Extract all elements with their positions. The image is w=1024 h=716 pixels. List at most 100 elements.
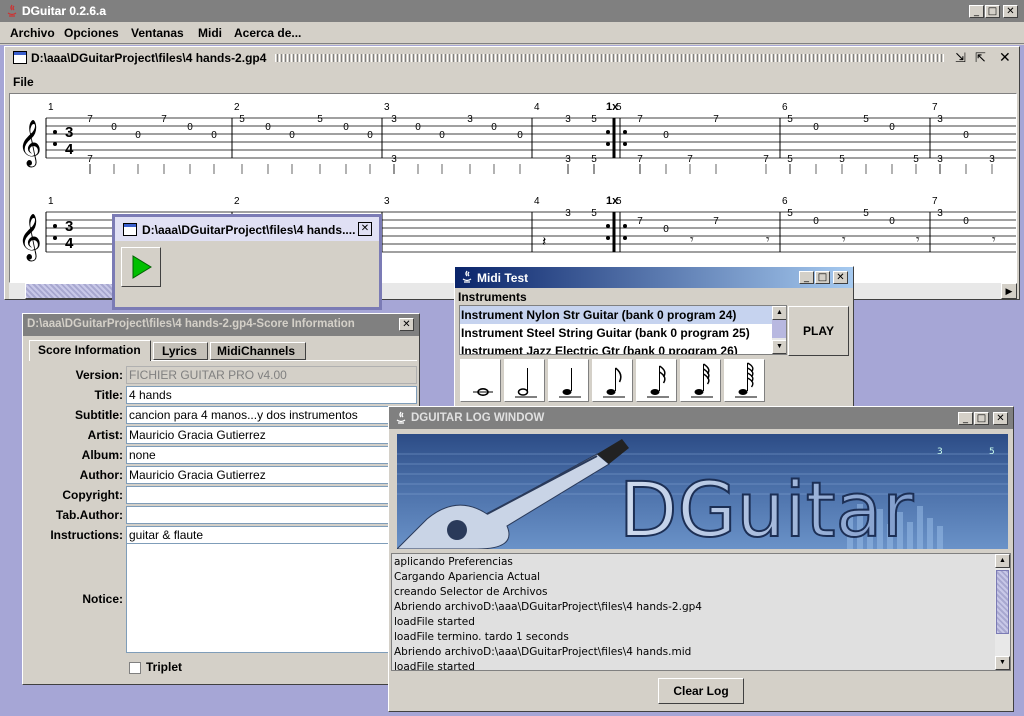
instrument-item[interactable]: Instrument Steel String Guitar (bank 0 p…: [460, 324, 786, 342]
log-title: DGUITAR LOG WINDOW: [411, 412, 545, 424]
info-close-button[interactable]: ✕: [399, 318, 414, 331]
field-label: Title:: [94, 388, 123, 402]
triplet-checkbox[interactable]: [129, 662, 141, 674]
log-window: DGUITAR LOG WINDOW _ □ ✕ 3 5 DGuitar apl…: [388, 406, 1014, 712]
log-titlebar: DGUITAR LOG WINDOW _ □ ✕: [389, 407, 1013, 429]
close-button[interactable]: ✕: [1003, 5, 1018, 18]
tab-fret-number: 3: [937, 114, 943, 125]
list-scroll-up[interactable]: ▲: [772, 306, 786, 320]
tab-fret-number: 5: [863, 208, 869, 219]
quarter-note-button[interactable]: [548, 359, 589, 402]
player-close-button[interactable]: ✕: [358, 222, 372, 236]
minimize-button[interactable]: _: [969, 5, 984, 18]
field-label: Tab.Author:: [55, 508, 123, 522]
log-close-button[interactable]: ✕: [993, 412, 1008, 425]
log-scroll-up[interactable]: ▲: [995, 554, 1010, 568]
tab-fret-number: 5: [239, 114, 245, 125]
midi-close-button[interactable]: ✕: [833, 271, 848, 284]
instrument-item-selected[interactable]: Instrument Nylon Str Guitar (bank 0 prog…: [460, 306, 786, 324]
info-window: D:\aaa\DGuitarProject\files\4 hands-2.gp…: [22, 313, 420, 685]
field-version-input[interactable]: FICHIER GUITAR PRO v4.00: [126, 366, 417, 384]
list-scroll-down[interactable]: ▼: [772, 340, 786, 354]
log-maximize-button[interactable]: □: [974, 412, 989, 425]
midi-window: Midi Test _ □ ✕ Instruments Instrument N…: [454, 266, 854, 407]
notice-textarea[interactable]: [126, 543, 417, 653]
whole-note-button[interactable]: [460, 359, 501, 402]
log-scroll-down[interactable]: ▼: [995, 656, 1010, 670]
measure-number: 7: [932, 196, 938, 207]
tab-fret-number: 3: [565, 154, 571, 165]
rest-icon: 𝄾: [766, 231, 770, 247]
menu-bar: Archivo Opciones Ventanas Midi Acerca de…: [0, 22, 1024, 44]
half-note-button[interactable]: [504, 359, 545, 402]
midi-maximize-button[interactable]: □: [815, 271, 830, 284]
close-icon[interactable]: ✕: [999, 49, 1011, 66]
player-window: D:\aaa\DGuitarProject\files\4 hands.... …: [112, 214, 382, 310]
tab-fret-number: 5: [787, 114, 793, 125]
log-line: loadFile started: [394, 616, 475, 628]
field-label: Subtitle:: [75, 408, 123, 422]
log-minimize-button[interactable]: _: [958, 412, 973, 425]
midi-play-button[interactable]: PLAY: [788, 306, 849, 356]
log-scrollbar[interactable]: ▲ ▼: [995, 554, 1010, 670]
tab-fret-number: 7: [713, 114, 719, 125]
tab-fret-number: 3: [391, 114, 397, 125]
field-label: Author:: [79, 468, 123, 482]
java-icon: [462, 270, 472, 283]
field-tabauthor-input[interactable]: [126, 506, 417, 524]
field-copyright-input[interactable]: [126, 486, 417, 504]
iconify-icon[interactable]: ⇲: [955, 50, 966, 66]
midi-minimize-button[interactable]: _: [799, 271, 814, 284]
tab-midichannels[interactable]: MidiChannels: [210, 342, 306, 360]
svg-text:5: 5: [989, 447, 995, 457]
instrument-item[interactable]: Instrument Jazz Electric Gtr (bank 0 pro…: [460, 342, 786, 354]
tab-fret-number: 5: [863, 114, 869, 125]
menu-archivo[interactable]: Archivo: [10, 26, 55, 40]
field-instructions-input[interactable]: guitar & flaute: [126, 526, 417, 544]
tab-fret-number: 5: [787, 154, 793, 165]
log-line: loadFile termino. tardo 1 seconds: [394, 631, 569, 643]
note-buttons: [460, 359, 772, 403]
measure-number: 6: [782, 102, 788, 113]
tab-fret-number: 0: [367, 130, 373, 141]
sixteenth-note-button[interactable]: [636, 359, 677, 402]
tab-fret-number: 0: [663, 130, 669, 141]
measure-number: 3: [384, 102, 390, 113]
whole-note-icon: [473, 387, 493, 396]
log-textarea[interactable]: aplicando Preferencias Cargando Aparienci…: [391, 553, 1011, 671]
eighth-note-button[interactable]: [592, 359, 633, 402]
field-artist-input[interactable]: Mauricio Gracia Gutierrez: [126, 426, 417, 444]
instrument-list[interactable]: Instrument Nylon Str Guitar (bank 0 prog…: [459, 305, 787, 355]
time-signature-bottom: 4: [65, 235, 74, 252]
log-scroll-thumb[interactable]: [996, 570, 1009, 634]
tab-fret-number: 7: [637, 154, 643, 165]
thirty-second-note-icon: [691, 363, 713, 398]
field-album-input[interactable]: none: [126, 446, 417, 464]
tab-fret-number: 0: [663, 224, 669, 235]
play-button[interactable]: [121, 247, 161, 287]
menu-midi[interactable]: Midi: [198, 26, 222, 40]
tab-fret-number: 0: [813, 216, 819, 227]
half-note-icon: [515, 368, 537, 398]
sixty-fourth-note-button[interactable]: [724, 359, 765, 402]
menu-ventanas[interactable]: Ventanas: [131, 26, 184, 40]
tab-fret-number: 5: [839, 154, 845, 165]
field-subtitle-input[interactable]: cancion para 4 manos...y dos instrumento…: [126, 406, 417, 424]
list-scrollbar[interactable]: ▲ ▼: [772, 306, 786, 354]
menu-acerca[interactable]: Acerca de...: [234, 26, 301, 40]
menu-file[interactable]: File: [13, 75, 34, 89]
clear-log-button[interactable]: Clear Log: [658, 678, 744, 704]
maximize-button[interactable]: □: [985, 5, 1000, 18]
maximize-icon[interactable]: ⇱: [975, 50, 986, 66]
scroll-right-button[interactable]: ▶: [1001, 283, 1017, 299]
play-icon: [132, 255, 152, 279]
tab-lyrics[interactable]: Lyrics: [153, 342, 208, 360]
tab-score-information[interactable]: Score Information: [29, 340, 151, 361]
field-title-input[interactable]: 4 hands: [126, 386, 417, 404]
list-scroll-thumb[interactable]: [772, 320, 786, 338]
menu-opciones[interactable]: Opciones: [64, 26, 119, 40]
time-signature-top: 3: [65, 124, 73, 141]
tab-fret-number: 7: [763, 154, 769, 165]
field-author-input[interactable]: Mauricio Gracia Gutierrez: [126, 466, 417, 484]
thirty-second-note-button[interactable]: [680, 359, 721, 402]
